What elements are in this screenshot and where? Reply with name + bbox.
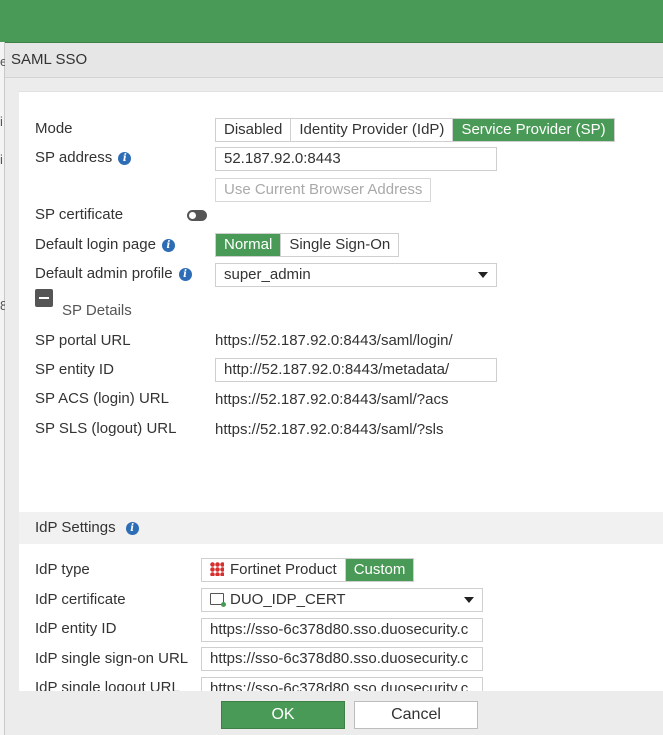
idp-type-option-fortinet[interactable]: Fortinet Product <box>202 559 346 581</box>
sp-details-toggle-label[interactable]: SP Details <box>62 302 132 319</box>
mode-option-sp[interactable]: Service Provider (SP) <box>453 119 614 141</box>
edge-text: i <box>0 152 3 167</box>
idp-sso-url-label: IdP single sign-on URL <box>35 650 189 667</box>
default-admin-profile-label: Default admin profile i <box>35 265 192 282</box>
default-login-page-selector: Normal Single Sign-On <box>215 233 400 257</box>
login-page-option-normal[interactable]: Normal <box>216 234 282 256</box>
dialog-footer: OK Cancel <box>5 691 663 735</box>
certificate-icon <box>210 593 226 607</box>
cancel-button[interactable]: Cancel <box>354 701 478 729</box>
mode-label: Mode <box>35 120 73 137</box>
sp-acs-url-label: SP ACS (login) URL <box>35 390 169 407</box>
default-admin-profile-value: super_admin <box>224 266 311 283</box>
idp-type-label: IdP type <box>35 561 90 578</box>
sp-entity-id-label: SP entity ID <box>35 361 114 378</box>
default-login-page-label: Default login page i <box>35 236 175 253</box>
saml-sso-dialog: SAML SSO Mode Disabled Identity Provider… <box>5 43 663 735</box>
sp-certificate-label: SP certificate <box>35 206 124 223</box>
idp-entity-id-input[interactable]: https://sso-6c378d80.sso.duosecurity.c <box>201 618 483 642</box>
mode-selector: Disabled Identity Provider (IdP) Service… <box>215 118 615 142</box>
edge-text: i <box>0 114 3 129</box>
sp-sls-url-value: https://52.187.92.0:8443/saml/?sls <box>215 421 444 438</box>
idp-slo-url-input[interactable]: https://sso-6c378d80.sso.duosecurity.c <box>201 677 483 692</box>
idp-certificate-select[interactable]: DUO_IDP_CERT <box>201 588 483 612</box>
dialog-header: SAML SSO <box>5 43 663 78</box>
sp-address-input[interactable]: 52.187.92.0:8443 <box>215 147 497 171</box>
sp-entity-id-input[interactable]: http://52.187.92.0:8443/metadata/ <box>215 358 497 382</box>
app-top-bar <box>0 0 663 43</box>
sp-certificate-toggle[interactable] <box>187 210 207 221</box>
use-current-browser-address-button[interactable]: Use Current Browser Address <box>215 178 432 202</box>
default-login-page-label-text: Default login page <box>35 236 156 253</box>
default-admin-profile-select[interactable]: super_admin <box>215 263 497 287</box>
idp-certificate-label: IdP certificate <box>35 591 126 608</box>
chevron-down-icon <box>478 272 488 278</box>
info-icon[interactable]: i <box>118 152 132 165</box>
info-icon[interactable]: i <box>161 239 175 252</box>
info-icon[interactable]: i <box>125 522 139 535</box>
idp-type-option-fortinet-label: Fortinet Product <box>230 561 337 578</box>
sp-acs-url-value: https://52.187.92.0:8443/saml/?acs <box>215 391 449 408</box>
idp-settings-label-text: IdP Settings <box>35 519 116 536</box>
idp-certificate-value: DUO_IDP_CERT <box>230 591 346 608</box>
idp-entity-id-label: IdP entity ID <box>35 620 117 637</box>
collapse-minus-icon[interactable] <box>35 289 53 307</box>
idp-sso-url-input[interactable]: https://sso-6c378d80.sso.duosecurity.c <box>201 647 483 671</box>
dialog-content[interactable]: Mode Disabled Identity Provider (IdP) Se… <box>19 91 663 692</box>
dialog-title: SAML SSO <box>11 51 88 68</box>
mode-option-idp[interactable]: Identity Provider (IdP) <box>291 119 454 141</box>
mode-option-disabled[interactable]: Disabled <box>216 119 292 141</box>
sp-portal-url-value: https://52.187.92.0:8443/saml/login/ <box>215 332 453 349</box>
sp-address-label-text: SP address <box>35 149 113 166</box>
info-icon[interactable]: i <box>178 268 192 281</box>
sp-sls-url-label: SP SLS (logout) URL <box>35 420 177 437</box>
idp-type-option-custom[interactable]: Custom <box>345 559 414 581</box>
idp-settings-header: IdP Settings i <box>19 512 663 544</box>
fortinet-logo-icon <box>210 562 224 576</box>
default-admin-profile-label-text: Default admin profile <box>35 265 173 282</box>
login-page-option-sso[interactable]: Single Sign-On <box>281 234 399 256</box>
chevron-down-icon <box>464 597 474 603</box>
sp-portal-url-label: SP portal URL <box>35 332 131 349</box>
idp-settings-label: IdP Settings i <box>35 519 139 536</box>
sp-address-label: SP address i <box>35 149 132 166</box>
idp-type-selector: Fortinet Product Custom <box>201 558 415 582</box>
ok-button[interactable]: OK <box>221 701 345 729</box>
